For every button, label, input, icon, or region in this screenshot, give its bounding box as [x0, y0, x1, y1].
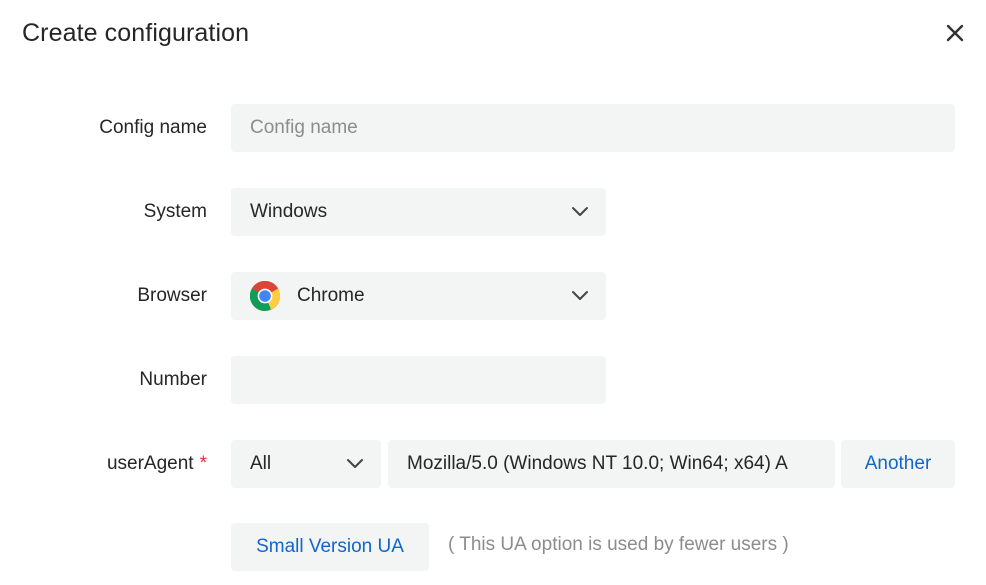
chrome-icon [249, 280, 281, 311]
system-label: System [143, 201, 207, 222]
required-mark: * [199, 453, 207, 474]
chevron-down-icon [570, 202, 590, 222]
close-icon [946, 24, 964, 42]
system-selected-value: Windows [250, 201, 328, 222]
user-agent-label: userAgent * [0, 440, 207, 488]
user-agent-value: Mozilla/5.0 (Windows NT 10.0; Win64; x64… [407, 453, 788, 474]
config-name-field [231, 104, 955, 152]
browser-label: Browser [137, 285, 207, 306]
close-button[interactable] [938, 16, 972, 50]
user-agent-filter-value: All [250, 453, 272, 474]
config-name-input[interactable] [231, 104, 955, 152]
system-select[interactable]: Windows [231, 188, 606, 236]
small-version-ua-button[interactable]: Small Version UA [231, 523, 429, 571]
user-agent-filter-select[interactable]: All [231, 440, 381, 488]
number-label: Number [139, 369, 207, 390]
chevron-down-icon [570, 286, 590, 306]
browser-selected-value: Chrome [297, 285, 365, 306]
browser-select[interactable]: Chrome [231, 272, 606, 320]
config-name-label: Config name [99, 117, 207, 138]
chevron-down-icon [345, 454, 365, 474]
another-ua-button[interactable]: Another [841, 440, 955, 488]
user-agent-label-text: userAgent [106, 453, 194, 474]
dialog-title: Create configuration [22, 19, 250, 47]
create-configuration-dialog: Create configuration Config name System … [0, 0, 986, 585]
user-agent-input[interactable]: Mozilla/5.0 (Windows NT 10.0; Win64; x64… [388, 440, 835, 488]
number-field [231, 356, 606, 404]
number-input[interactable] [231, 356, 606, 404]
small-version-hint: ( This UA option is used by fewer users … [448, 534, 789, 555]
